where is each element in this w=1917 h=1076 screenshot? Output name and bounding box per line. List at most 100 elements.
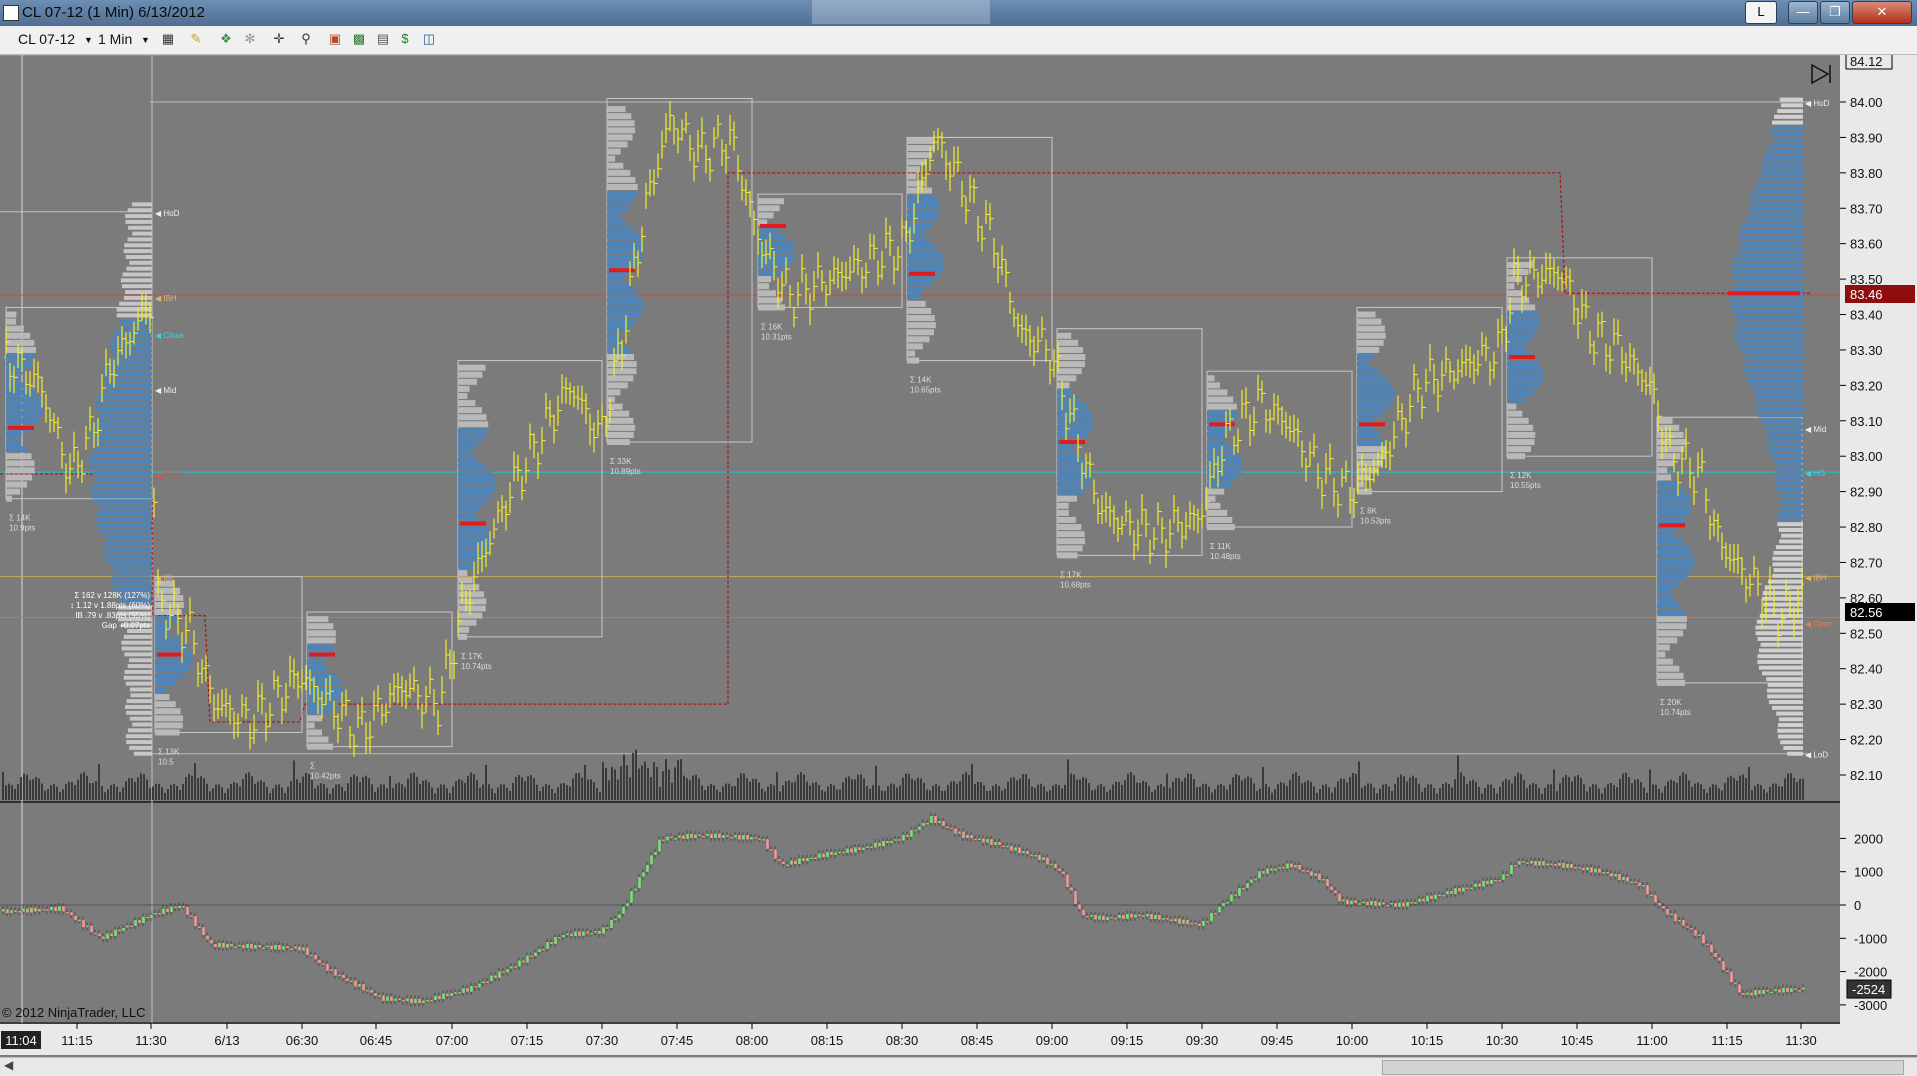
profile-bar bbox=[155, 686, 167, 693]
indicator-candle bbox=[1697, 934, 1702, 937]
profile-bar bbox=[607, 120, 635, 127]
profile-bar bbox=[155, 672, 184, 679]
profile-bar bbox=[1507, 424, 1534, 431]
volume-bar bbox=[1145, 781, 1147, 800]
maximize-button[interactable]: ❐ bbox=[1820, 1, 1850, 24]
indicator-candle bbox=[1465, 886, 1470, 890]
volume-bar bbox=[1598, 788, 1600, 800]
volume-bar bbox=[1262, 766, 1264, 800]
price-chart[interactable]: 84.00 83.90 83.80 83.70 83.60 83.50 83.40 83.30… bbox=[0, 52, 1917, 1055]
indicator-value-label: -2524 bbox=[1852, 982, 1885, 997]
volume-bar bbox=[29, 780, 31, 800]
volume-bar bbox=[113, 784, 115, 800]
volume-bar bbox=[1184, 777, 1186, 800]
profile-bar bbox=[1657, 559, 1695, 566]
profile-bar bbox=[132, 202, 152, 207]
drawing-pencil-icon[interactable]: ✎ bbox=[189, 32, 203, 46]
volume-bar bbox=[77, 779, 79, 800]
profile-bar bbox=[607, 297, 642, 304]
volume-bar bbox=[815, 782, 817, 800]
indicator-candle bbox=[81, 919, 86, 928]
indicator-candle bbox=[1689, 927, 1694, 930]
box-range-label: 10.89pts bbox=[610, 467, 641, 476]
indicator-candle bbox=[433, 995, 438, 1001]
indicator-candle bbox=[1769, 991, 1774, 994]
crosshair-icon[interactable]: ✛ bbox=[272, 32, 286, 46]
volume-bar bbox=[371, 784, 373, 800]
interval-selector[interactable]: 1 Min bbox=[98, 31, 132, 47]
volume-bar bbox=[953, 781, 955, 800]
dollar-icon[interactable]: $ bbox=[398, 32, 412, 46]
instrument-selector[interactable]: CL 07-12 bbox=[18, 31, 75, 47]
profile-bar bbox=[1735, 315, 1803, 320]
strategies-icon[interactable]: ▩ bbox=[352, 32, 366, 46]
data-box-icon[interactable]: ◫ bbox=[422, 32, 436, 46]
volume-bar bbox=[83, 772, 85, 800]
profile-bar bbox=[1357, 431, 1381, 438]
volume-bar bbox=[1778, 786, 1780, 800]
minimize-button[interactable]: — bbox=[1788, 1, 1818, 24]
properties-icon[interactable]: ▤ bbox=[376, 32, 390, 46]
profile-bar bbox=[907, 215, 937, 222]
indicator-candle bbox=[269, 945, 274, 950]
indicator-candle bbox=[973, 838, 978, 841]
brush-icon[interactable]: ✻ bbox=[243, 32, 257, 46]
bar-style-icon[interactable]: ▦ bbox=[161, 32, 175, 46]
volume-bar bbox=[776, 772, 778, 800]
indicator-candle bbox=[1277, 866, 1282, 869]
indicator-candle bbox=[365, 989, 370, 992]
volume-bar bbox=[1517, 772, 1519, 800]
volume-bar bbox=[311, 779, 313, 800]
indicator-candle bbox=[953, 828, 958, 835]
volume-bar bbox=[692, 775, 694, 800]
profile-bar bbox=[1770, 453, 1803, 458]
profile-bar bbox=[126, 699, 152, 704]
indicator-candle bbox=[1113, 917, 1118, 920]
volume-bar bbox=[59, 792, 61, 800]
indicator-candle bbox=[589, 932, 594, 935]
volume-bar bbox=[1325, 784, 1327, 800]
profile-bar bbox=[1507, 276, 1522, 283]
indicator-candle bbox=[1, 908, 6, 912]
marker-icon[interactable]: ❖ bbox=[219, 32, 233, 46]
scroll-left-icon[interactable]: ◀ bbox=[4, 1058, 13, 1072]
volume-bar bbox=[995, 783, 997, 800]
link-button[interactable]: L bbox=[1745, 1, 1777, 24]
volume-bar bbox=[1061, 788, 1063, 800]
volume-bar bbox=[1373, 787, 1375, 800]
indicator-candle bbox=[329, 968, 334, 972]
box-volume-label: Σ 33K bbox=[610, 457, 632, 466]
close-button[interactable]: ✕ bbox=[1852, 1, 1912, 24]
profile-bar bbox=[1507, 439, 1535, 446]
profile-bar bbox=[155, 623, 172, 630]
volume-bar bbox=[176, 785, 178, 800]
indicator-candle bbox=[1329, 886, 1334, 891]
volume-bar bbox=[287, 786, 289, 800]
profile-bar bbox=[1766, 424, 1803, 429]
indicators-icon[interactable]: ▣ bbox=[328, 32, 342, 46]
profile-bar bbox=[607, 162, 624, 169]
indicator-candle bbox=[685, 833, 690, 840]
volume-bar bbox=[320, 783, 322, 800]
volume-bar bbox=[350, 776, 352, 800]
zoom-icon[interactable]: ⚲ bbox=[299, 32, 313, 46]
horizontal-scrollbar[interactable]: ◀ bbox=[0, 1057, 1917, 1076]
volume-bar bbox=[425, 779, 427, 800]
indicator-candle bbox=[1169, 918, 1174, 922]
indicator-candle bbox=[1425, 895, 1430, 902]
volume-bar bbox=[80, 773, 82, 800]
indicator-candle bbox=[1685, 925, 1690, 929]
profile-bar bbox=[1507, 389, 1534, 396]
volume-bar bbox=[683, 775, 685, 800]
volume-bar bbox=[446, 788, 448, 800]
indicator-candle bbox=[261, 947, 266, 950]
profile-bar bbox=[128, 728, 152, 733]
chevron-down-icon[interactable]: ▼ bbox=[141, 35, 150, 45]
scroll-thumb[interactable] bbox=[1382, 1060, 1904, 1075]
volume-bar bbox=[1505, 779, 1507, 800]
chevron-down-icon[interactable]: ▼ bbox=[84, 35, 93, 45]
volume-bar bbox=[1076, 779, 1078, 800]
volume-bar bbox=[512, 782, 514, 800]
indicator-candle bbox=[1593, 868, 1598, 873]
indicator-candle bbox=[1765, 989, 1770, 992]
